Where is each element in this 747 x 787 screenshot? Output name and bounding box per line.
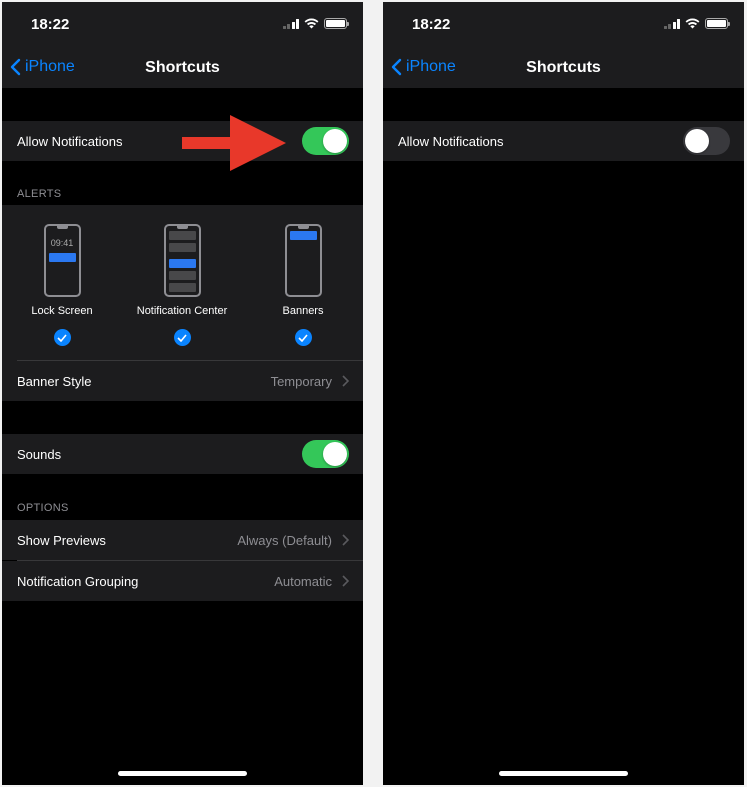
signal-icon [282, 18, 299, 29]
sounds-row: Sounds [2, 434, 363, 474]
status-icons [663, 18, 730, 29]
banner-style-value: Temporary [270, 373, 332, 389]
alert-option-label: Notification Center [136, 305, 228, 317]
battery-icon [705, 18, 730, 29]
banner-style-row[interactable]: Banner Style Temporary [2, 361, 363, 401]
show-previews-value: Always (Default) [237, 532, 332, 548]
signal-icon [663, 18, 680, 29]
phone-screen-notifications-off: 18:22 iPhone Shortcuts Allow Notificatio… [383, 2, 744, 785]
wifi-icon [304, 18, 319, 29]
home-indicator[interactable] [499, 771, 628, 776]
notification-grouping-value: Automatic [274, 573, 332, 589]
page-title: Shortcuts [145, 59, 220, 76]
status-time: 18:22 [31, 16, 70, 33]
status-icons [282, 18, 349, 29]
notification-grouping-row[interactable]: Notification Grouping Automatic [2, 561, 363, 601]
home-indicator[interactable] [118, 771, 247, 776]
phone-screen-notifications-on: 18:22 iPhone Shortcuts Allow Notificatio… [2, 2, 363, 785]
checkmark-icon [173, 329, 191, 346]
alert-option-banners[interactable]: Banners [248, 224, 358, 346]
status-bar: 18:22 [383, 2, 744, 46]
lock-screen-preview-icon: 09:41 [43, 224, 81, 297]
navigation-bar: iPhone Shortcuts [2, 46, 363, 88]
chevron-right-icon [342, 534, 349, 546]
notification-center-preview-icon [163, 224, 201, 297]
show-previews-row[interactable]: Show Previews Always (Default) [2, 520, 363, 560]
allow-notifications-label: Allow Notifications [398, 133, 504, 149]
allow-notifications-toggle[interactable] [302, 127, 349, 155]
show-previews-label: Show Previews [17, 532, 106, 548]
alert-option-label: Lock Screen [31, 305, 93, 317]
alert-option-lock-screen[interactable]: 09:41 Lock Screen [7, 224, 117, 346]
page-title: Shortcuts [526, 59, 601, 76]
status-bar: 18:22 [2, 2, 363, 46]
status-time: 18:22 [412, 16, 451, 33]
notification-grouping-label: Notification Grouping [17, 573, 139, 589]
sounds-toggle[interactable] [302, 440, 349, 468]
lock-screen-preview-time: 09:41 [50, 238, 74, 248]
sounds-label: Sounds [17, 446, 62, 462]
chevron-right-icon [342, 575, 349, 587]
allow-notifications-row: Allow Notifications [383, 121, 744, 161]
red-arrow-annotation-icon [182, 115, 286, 171]
checkmark-icon [294, 329, 312, 346]
alerts-section-header: ALERTS [17, 188, 62, 200]
options-section-header: OPTIONS [17, 502, 69, 514]
alerts-options: 09:41 Lock Screen Notification Center Ba… [2, 205, 363, 361]
allow-notifications-toggle[interactable] [683, 127, 730, 155]
navigation-bar: iPhone Shortcuts [383, 46, 744, 88]
alert-option-label: Banners [282, 305, 324, 317]
banners-preview-icon [284, 224, 322, 297]
wifi-icon [685, 18, 700, 29]
battery-icon [324, 18, 349, 29]
checkmark-icon [53, 329, 71, 346]
chevron-right-icon [342, 375, 349, 387]
alert-option-notification-center[interactable]: Notification Center [127, 224, 237, 346]
banner-style-label: Banner Style [17, 373, 92, 389]
